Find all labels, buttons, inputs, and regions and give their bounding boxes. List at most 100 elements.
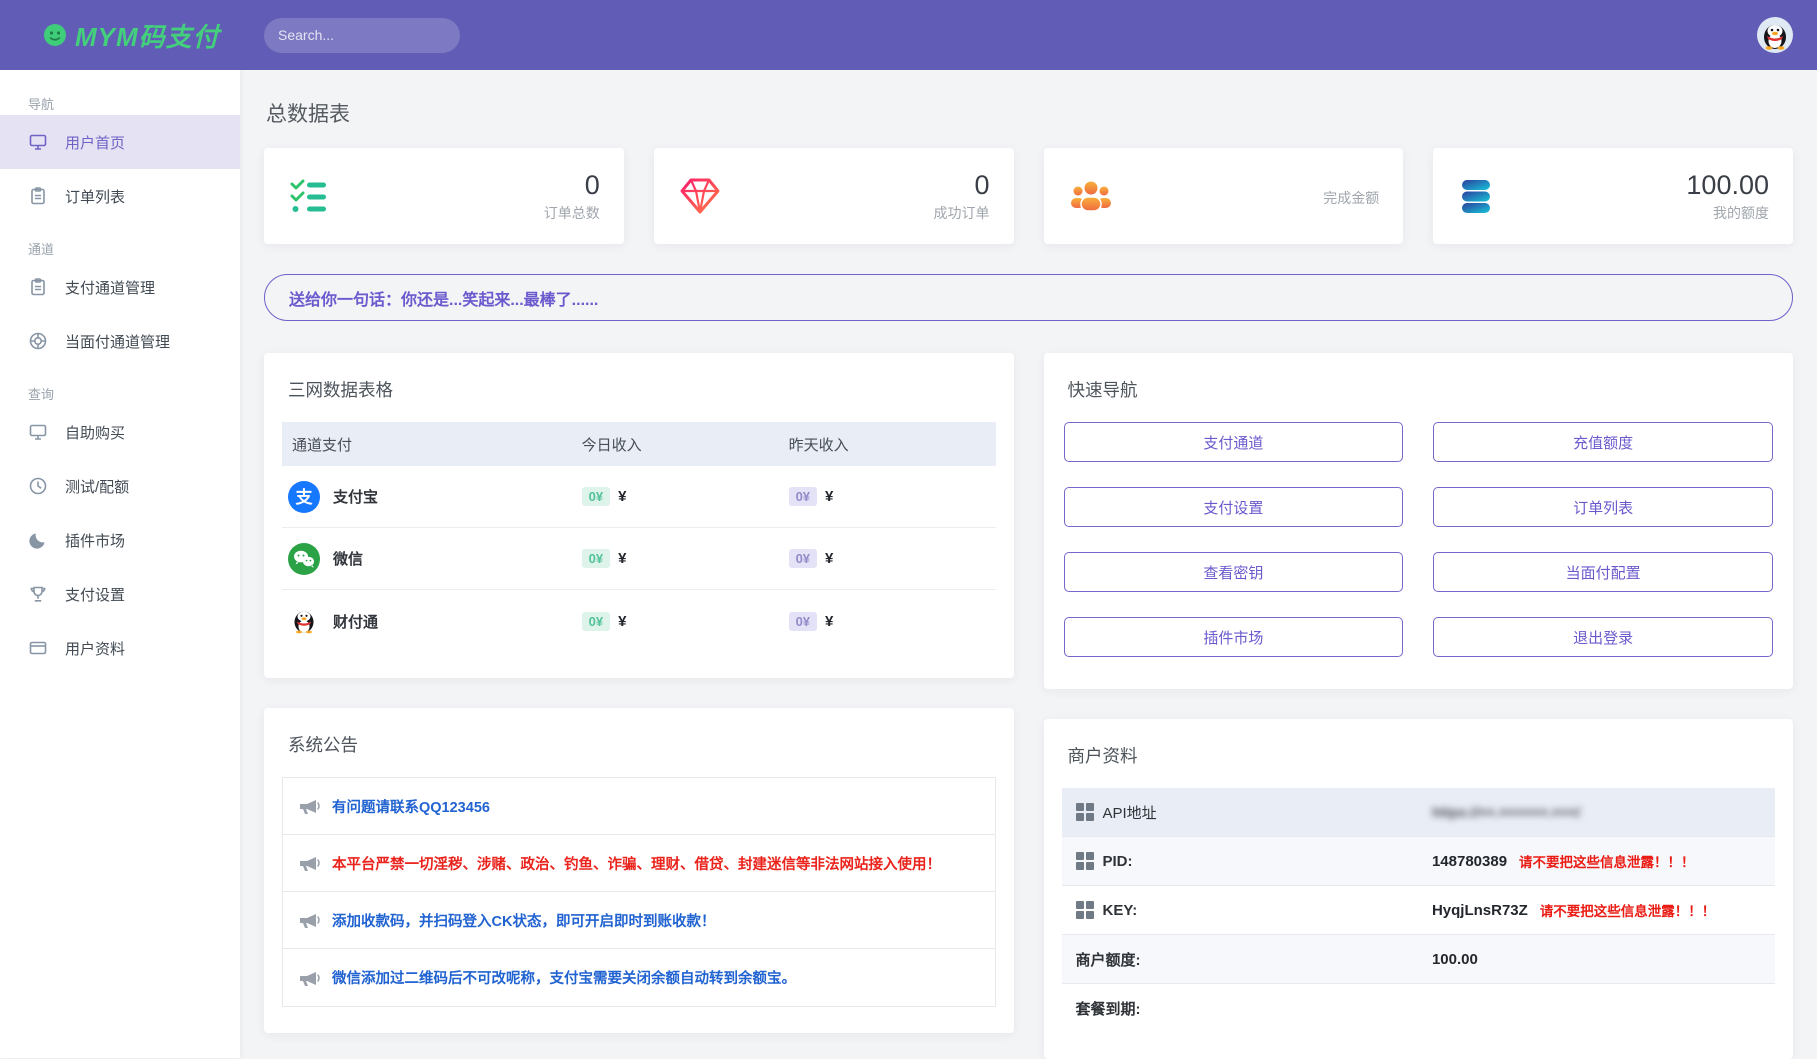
stat-card-completed-amount: 完成金额 (1044, 148, 1404, 244)
channel-name: 支付宝 (333, 486, 378, 507)
quicknav-logout-button[interactable]: 退出登录 (1433, 617, 1773, 657)
user-avatar[interactable] (1757, 17, 1793, 53)
merchant-row-key: KEY: HyqjLnsR73Z 请不要把这些信息泄露！！！ (1062, 886, 1776, 935)
today-income-badge: 0¥ (582, 612, 610, 631)
logo-coin-icon (44, 24, 66, 46)
sidebar-item-user-profile[interactable]: 用户资料 (0, 621, 240, 675)
sidebar-item-self-buy[interactable]: 自助购买 (0, 405, 240, 459)
announcement-item: 本平台严禁一切淫秽、涉赌、政治、钓鱼、诈骗、理财、借贷、封建迷信等非法网站接入使… (283, 835, 995, 892)
yen-sign: ¥ (825, 613, 833, 630)
quicknav-view-key-button[interactable]: 查看密钥 (1064, 552, 1404, 592)
stat-label: 我的额度 (1713, 203, 1769, 223)
sidebar-item-pay-settings[interactable]: 支付设置 (0, 567, 240, 621)
megaphone-icon (297, 794, 321, 818)
grid-icon (1076, 852, 1094, 870)
api-address-masked-value: https://××.××××××.×××/ (1432, 804, 1580, 820)
yen-sign: ¥ (618, 550, 626, 567)
top-header: MYM码支付 (0, 0, 1817, 70)
search-input[interactable] (278, 27, 459, 43)
merchant-info-title: 商户资料 (1068, 743, 1776, 768)
sidebar-item-user-home[interactable]: 用户首页 (0, 115, 240, 169)
main-content: 总数据表 0 订单总数 (240, 70, 1817, 1058)
channel-name: 财付通 (333, 611, 378, 632)
penguin-avatar-icon (1759, 19, 1791, 51)
yen-sign: ¥ (618, 488, 626, 505)
sidebar-item-plugin-market[interactable]: 插件市场 (0, 513, 240, 567)
megaphone-icon (297, 908, 321, 932)
merchant-label: KEY: (1103, 902, 1138, 919)
merchant-label: API地址 (1103, 802, 1157, 823)
clock-icon (28, 476, 48, 496)
sidebar-item-label: 自助购买 (65, 422, 125, 443)
stat-value: 0 (974, 170, 989, 200)
channel-name: 微信 (333, 548, 363, 569)
monitor-icon (28, 132, 48, 152)
sidebar-section-query: 查询 (28, 384, 240, 403)
wechat-icon (288, 543, 320, 575)
announcement-text: 添加收款码，并扫码登入CK状态，即可开启即时到账收款！ (332, 910, 715, 931)
merchant-label: 套餐到期: (1076, 998, 1141, 1019)
today-income-badge: 0¥ (582, 549, 610, 568)
quicknav-pay-settings-button[interactable]: 支付设置 (1064, 487, 1404, 527)
key-value: HyqjLnsR73Z (1432, 902, 1528, 919)
sidebar-item-label: 订单列表 (65, 186, 125, 207)
notice-text: 送给你一句话：你还是...笑起来...最棒了...... (289, 286, 598, 310)
quicknav-recharge-quota-button[interactable]: 充值额度 (1433, 422, 1773, 462)
sidebar-item-order-list[interactable]: 订单列表 (0, 169, 240, 223)
yen-sign: ¥ (825, 488, 833, 505)
sidebar-item-f2f-channel-mgmt[interactable]: 当面付通道管理 (0, 314, 240, 368)
leak-warning-text: 请不要把这些信息泄露！！！ (1519, 851, 1695, 871)
sidebar-item-pay-channel-mgmt[interactable]: 支付通道管理 (0, 260, 240, 314)
sidebar-item-label: 插件市场 (65, 530, 125, 551)
sidebar-nav: 导航 用户首页 订单列表 通道 支付通道管理 当面付通道管理 查询 (0, 70, 240, 1058)
merchant-quota-value: 100.00 (1432, 951, 1478, 968)
quicknav-f2f-config-button[interactable]: 当面付配置 (1433, 552, 1773, 592)
megaphone-icon (297, 966, 321, 990)
database-icon (1457, 176, 1495, 216)
megaphone-icon (297, 851, 321, 875)
stat-card-my-quota: 100.00 我的额度 (1433, 148, 1793, 244)
alipay-icon: 支 (288, 481, 320, 513)
merchant-info-panel: 商户资料 API地址 https://××.××××××.×××/ PID: (1044, 719, 1794, 1059)
stat-card-success-orders: 0 成功订单 (654, 148, 1014, 244)
merchant-label: PID: (1103, 853, 1133, 870)
table-row-wechat: 微信 0¥ ¥ 0¥ ¥ (282, 528, 996, 590)
announcement-item: 添加收款码，并扫码登入CK状态，即可开启即时到账收款！ (283, 892, 995, 949)
app-logo[interactable]: MYM码支付 (0, 17, 240, 54)
col-header-channel: 通道支付 (282, 434, 582, 455)
credit-card-icon (28, 638, 48, 658)
stat-label: 订单总数 (544, 203, 600, 223)
yen-sign: ¥ (618, 613, 626, 630)
checklist-icon (288, 176, 330, 216)
quick-nav-title: 快速导航 (1068, 377, 1776, 402)
sidebar-item-label: 用户首页 (65, 132, 125, 153)
quick-nav-panel: 快速导航 支付通道 充值额度 支付设置 订单列表 查看密钥 当面付配置 插件市场… (1044, 353, 1794, 689)
grid-icon (1076, 803, 1094, 821)
announcements-title: 系统公告 (288, 732, 996, 757)
trophy-icon (28, 584, 48, 604)
stat-value: 100.00 (1686, 170, 1769, 200)
quicknav-pay-channel-button[interactable]: 支付通道 (1064, 422, 1404, 462)
quicknav-plugin-market-button[interactable]: 插件市场 (1064, 617, 1404, 657)
life-ring-icon (28, 331, 48, 351)
stat-label: 成功订单 (934, 203, 990, 223)
grid-icon (1076, 901, 1094, 919)
merchant-row-plan-expiry: 套餐到期: (1062, 984, 1776, 1033)
sidebar-item-label: 测试/配额 (65, 476, 129, 497)
users-icon (1068, 178, 1114, 214)
today-income-badge: 0¥ (582, 487, 610, 506)
search-bar[interactable] (264, 18, 460, 53)
table-row-tenpay: 财付通 0¥ ¥ 0¥ ¥ (282, 590, 996, 652)
yesterday-income-badge: 0¥ (789, 487, 817, 506)
page-title: 总数据表 (266, 98, 1793, 128)
yesterday-income-badge: 0¥ (789, 549, 817, 568)
notice-banner: 送给你一句话：你还是...笑起来...最棒了...... (264, 274, 1793, 321)
merchant-label: 商户额度: (1076, 949, 1141, 970)
sidebar-item-label: 当面付通道管理 (65, 331, 170, 352)
moon-icon (28, 530, 48, 550)
sidebar-item-test-quota[interactable]: 测试/配额 (0, 459, 240, 513)
announcements-panel: 系统公告 有问题请联系QQ123456 本平 (264, 708, 1014, 1033)
quicknav-order-list-button[interactable]: 订单列表 (1433, 487, 1773, 527)
col-header-yesterday: 昨天收入 (789, 434, 996, 455)
pid-value: 148780389 (1432, 853, 1507, 870)
